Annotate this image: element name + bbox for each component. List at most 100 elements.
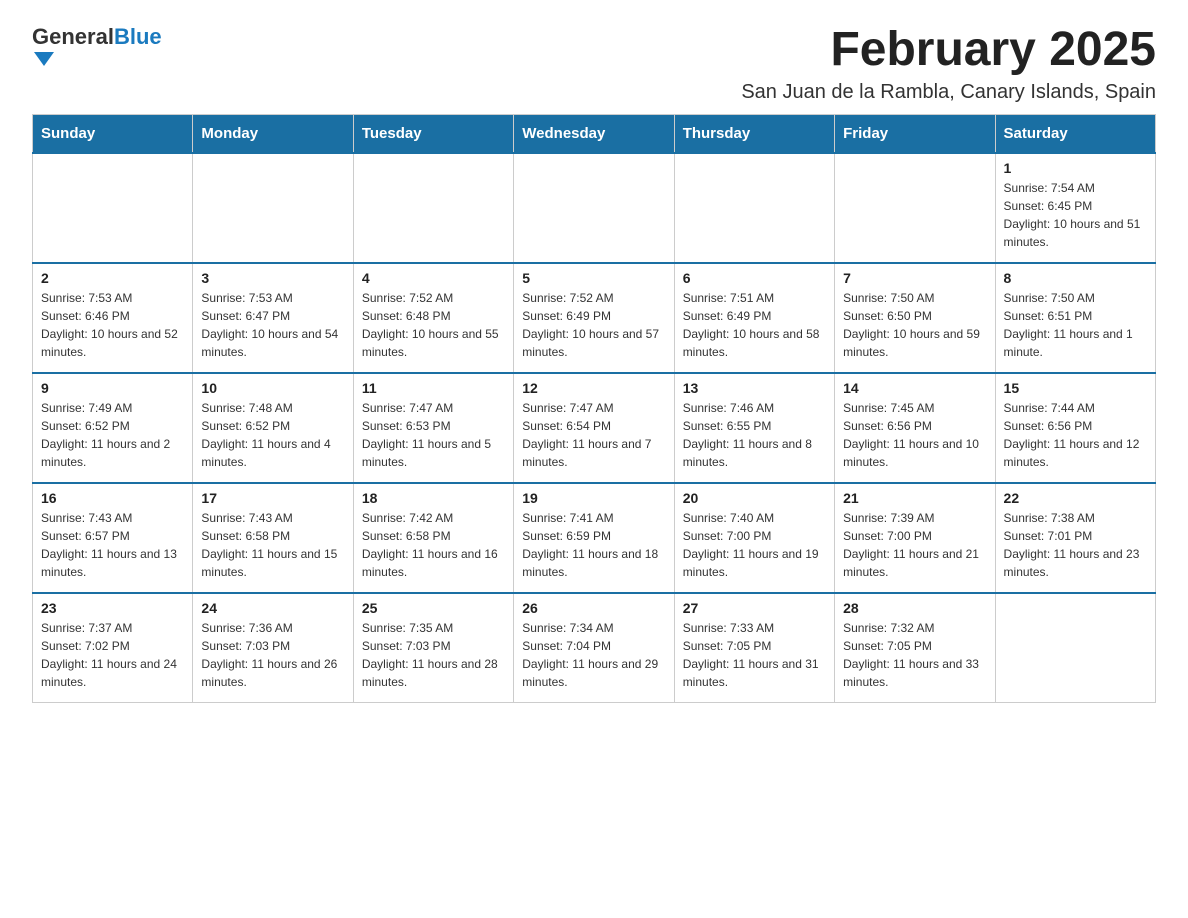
- day-number: 26: [522, 600, 665, 616]
- sunset-text: Sunset: 7:03 PM: [362, 639, 451, 653]
- sunset-text: Sunset: 6:46 PM: [41, 309, 130, 323]
- daylight-text: Daylight: 11 hours and 29 minutes.: [522, 657, 658, 689]
- sunrise-text: Sunrise: 7:33 AM: [683, 621, 774, 635]
- day-info: Sunrise: 7:35 AM Sunset: 7:03 PM Daylight:…: [362, 619, 505, 691]
- sunrise-text: Sunrise: 7:34 AM: [522, 621, 613, 635]
- page-header: GeneralBlue February 2025 San Juan de la…: [32, 24, 1156, 104]
- title-block: February 2025 San Juan de la Rambla, Can…: [741, 24, 1156, 104]
- day-number: 9: [41, 380, 184, 396]
- daylight-text: Daylight: 11 hours and 18 minutes.: [522, 547, 658, 579]
- sunrise-text: Sunrise: 7:46 AM: [683, 401, 774, 415]
- sunset-text: Sunset: 7:01 PM: [1004, 529, 1093, 543]
- header-saturday: Saturday: [995, 114, 1155, 153]
- sunrise-text: Sunrise: 7:35 AM: [362, 621, 453, 635]
- day-info: Sunrise: 7:43 AMSunset: 6:57 PMDaylight:…: [41, 509, 184, 581]
- logo-wordmark: GeneralBlue: [32, 24, 162, 66]
- logo-general-text: General: [32, 24, 114, 49]
- table-row: 5Sunrise: 7:52 AMSunset: 6:49 PMDaylight…: [514, 263, 674, 373]
- day-number: 14: [843, 380, 986, 396]
- daylight-text: Daylight: 10 hours and 51 minutes.: [1004, 217, 1141, 249]
- day-info: Sunrise: 7:43 AMSunset: 6:58 PMDaylight:…: [201, 509, 344, 581]
- location-subtitle: San Juan de la Rambla, Canary Islands, S…: [741, 81, 1156, 104]
- day-info: Sunrise: 7:44 AMSunset: 6:56 PMDaylight:…: [1004, 399, 1147, 471]
- sunset-text: Sunset: 7:00 PM: [683, 529, 772, 543]
- table-row: 24 Sunrise: 7:36 AM Sunset: 7:03 PM Dayligh…: [193, 593, 353, 703]
- header-friday: Friday: [835, 114, 995, 153]
- day-number: 11: [362, 380, 505, 396]
- daylight-text: Daylight: 11 hours and 1 minute.: [1004, 327, 1133, 359]
- day-info: Sunrise: 7:37 AMSunset: 7:02 PMDaylight:…: [41, 619, 184, 691]
- table-row: [995, 593, 1155, 703]
- daylight-text: Daylight: 10 hours and 59 minutes.: [843, 327, 980, 359]
- table-row: [835, 153, 995, 263]
- day-info: Sunrise: 7:50 AMSunset: 6:51 PMDaylight:…: [1004, 289, 1147, 361]
- daylight-text: Daylight: 11 hours and 2 minutes.: [41, 437, 170, 469]
- table-row: 3Sunrise: 7:53 AMSunset: 6:47 PMDaylight…: [193, 263, 353, 373]
- day-number: 13: [683, 380, 826, 396]
- table-row: 4Sunrise: 7:52 AMSunset: 6:48 PMDaylight…: [353, 263, 513, 373]
- day-number: 17: [201, 490, 344, 506]
- sunrise-text: Sunrise: 7:47 AM: [362, 401, 453, 415]
- day-number: 4: [362, 270, 505, 286]
- day-number: 5: [522, 270, 665, 286]
- daylight-text: Daylight: 11 hours and 4 minutes.: [201, 437, 330, 469]
- day-info: Sunrise: 7:33 AMSunset: 7:05 PMDaylight:…: [683, 619, 826, 691]
- daylight-text: Daylight: 11 hours and 19 minutes.: [683, 547, 819, 579]
- sunrise-text: Sunrise: 7:36 AM: [201, 621, 292, 635]
- sunrise-text: Sunrise: 7:51 AM: [683, 291, 774, 305]
- sunrise-text: Sunrise: 7:40 AM: [683, 511, 774, 525]
- day-number: 20: [683, 490, 826, 506]
- day-info: Sunrise: 7:51 AMSunset: 6:49 PMDaylight:…: [683, 289, 826, 361]
- table-row: 6Sunrise: 7:51 AMSunset: 6:49 PMDaylight…: [674, 263, 834, 373]
- sunset-text: Sunset: 6:54 PM: [522, 419, 611, 433]
- sunrise-text: Sunrise: 7:54 AM: [1004, 181, 1095, 195]
- day-info: Sunrise: 7:36 AM Sunset: 7:03 PM Daylight:…: [201, 619, 344, 691]
- day-number: 23: [41, 600, 184, 616]
- table-row: 19Sunrise: 7:41 AMSunset: 6:59 PMDayligh…: [514, 483, 674, 593]
- sunrise-text: Sunrise: 7:45 AM: [843, 401, 934, 415]
- daylight-text: Daylight: 11 hours and 26 minutes.: [201, 657, 337, 689]
- daylight-text: Daylight: 11 hours and 23 minutes.: [1004, 547, 1140, 579]
- sunrise-text: Sunrise: 7:48 AM: [201, 401, 292, 415]
- sunset-text: Sunset: 6:59 PM: [522, 529, 611, 543]
- header-wednesday: Wednesday: [514, 114, 674, 153]
- day-info: Sunrise: 7:42 AMSunset: 6:58 PMDaylight:…: [362, 509, 505, 581]
- table-row: [674, 153, 834, 263]
- sunset-text: Sunset: 6:56 PM: [1004, 419, 1093, 433]
- day-info: Sunrise: 7:53 AMSunset: 6:46 PMDaylight:…: [41, 289, 184, 361]
- day-number: 6: [683, 270, 826, 286]
- sunrise-text: Sunrise: 7:44 AM: [1004, 401, 1095, 415]
- logo: GeneralBlue: [32, 24, 162, 66]
- table-row: 12Sunrise: 7:47 AMSunset: 6:54 PMDayligh…: [514, 373, 674, 483]
- table-row: 11Sunrise: 7:47 AMSunset: 6:53 PMDayligh…: [353, 373, 513, 483]
- day-number: 24: [201, 600, 344, 616]
- sunrise-text: Sunrise: 7:52 AM: [362, 291, 453, 305]
- table-row: [33, 153, 193, 263]
- calendar-table: Sunday Monday Tuesday Wednesday Thursday…: [32, 114, 1156, 704]
- sunset-text: Sunset: 6:58 PM: [201, 529, 290, 543]
- table-row: 13 Sunrise: 7:46 AMSunset: 6:55 PMDayligh…: [674, 373, 834, 483]
- day-info: Sunrise: 7:53 AMSunset: 6:47 PMDaylight:…: [201, 289, 344, 361]
- table-row: 16 Sunrise: 7:43 AMSunset: 6:57 PMDayligh…: [33, 483, 193, 593]
- sunrise-text: Sunrise: 7:50 AM: [843, 291, 934, 305]
- sunset-text: Sunset: 6:50 PM: [843, 309, 932, 323]
- table-row: 10Sunrise: 7:48 AMSunset: 6:52 PMDayligh…: [193, 373, 353, 483]
- sunrise-text: Sunrise: 7:37 AM: [41, 621, 132, 635]
- table-row: 28Sunrise: 7:32 AMSunset: 7:05 PMDayligh…: [835, 593, 995, 703]
- header-sunday: Sunday: [33, 114, 193, 153]
- daylight-text: Daylight: 10 hours and 55 minutes.: [362, 327, 499, 359]
- daylight-text: Daylight: 11 hours and 16 minutes.: [362, 547, 498, 579]
- day-number: 18: [362, 490, 505, 506]
- sunset-text: Sunset: 7:03 PM: [201, 639, 290, 653]
- sunrise-text: Sunrise: 7:43 AM: [41, 511, 132, 525]
- daylight-text: Daylight: 11 hours and 28 minutes.: [362, 657, 498, 689]
- sunrise-text: Sunrise: 7:53 AM: [41, 291, 132, 305]
- day-info: Sunrise: 7:46 AMSunset: 6:55 PMDaylight:…: [683, 399, 826, 471]
- table-row: [514, 153, 674, 263]
- day-info: Sunrise: 7:49 AMSunset: 6:52 PMDaylight:…: [41, 399, 184, 471]
- day-info: Sunrise: 7:54 AMSunset: 6:45 PMDaylight:…: [1004, 179, 1147, 251]
- table-row: 9 Sunrise: 7:49 AMSunset: 6:52 PMDaylight…: [33, 373, 193, 483]
- sunset-text: Sunset: 6:49 PM: [683, 309, 772, 323]
- day-number: 1: [1004, 160, 1147, 176]
- day-number: 16: [41, 490, 184, 506]
